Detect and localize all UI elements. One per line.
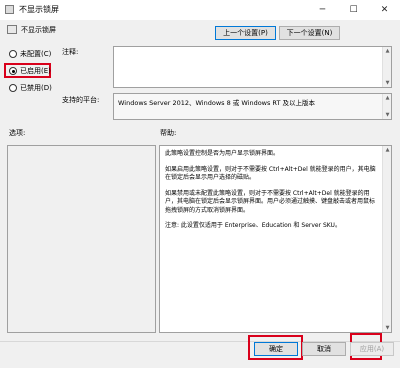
minimize-icon[interactable]: ─ xyxy=(307,0,338,20)
radio-enabled[interactable]: 已启用(E) xyxy=(9,66,51,76)
help-paragraph: 注意: 此设置仅适用于 Enterprise、Education 和 Serve… xyxy=(165,222,341,229)
help-paragraph: 此策略设置控制是否为用户显示锁屏界面。 xyxy=(165,150,280,157)
platform-value: Windows Server 2012、Windows 8 或 Windows … xyxy=(118,99,316,107)
scroll-down-icon[interactable]: ▼ xyxy=(383,80,392,86)
platform-box: Windows Server 2012、Windows 8 或 Windows … xyxy=(113,93,392,120)
options-panel xyxy=(7,145,156,333)
options-label: 选项: xyxy=(9,129,26,137)
help-panel: 此策略设置控制是否为用户显示锁屏界面。 如果启用此策略设置，则对于不需要按 Ct… xyxy=(159,145,392,333)
help-label: 帮助: xyxy=(160,129,177,137)
help-paragraph: 如果禁用或未配置此策略设置，则对于不需要按 Ctrl+Alt+Del 就能登录的… xyxy=(165,189,376,214)
setting-icon xyxy=(7,25,17,34)
maximize-icon[interactable]: ☐ xyxy=(338,0,369,20)
radio-label: 未配置(C) xyxy=(20,50,52,58)
radio-disabled[interactable]: 已禁用(D) xyxy=(9,83,52,93)
scroll-up-icon[interactable]: ▲ xyxy=(383,95,392,101)
cancel-button[interactable]: 取消 xyxy=(302,342,346,356)
close-icon[interactable]: ✕ xyxy=(369,0,400,20)
comment-scrollbar[interactable]: ▲ ▼ xyxy=(382,47,391,87)
comment-label: 注释: xyxy=(62,48,79,56)
comment-textarea[interactable]: ▲ ▼ xyxy=(113,46,392,88)
radio-button-selected[interactable] xyxy=(9,67,17,75)
platform-label: 支持的平台: xyxy=(62,96,100,104)
help-paragraph: 如果启用此策略设置，则对于不需要按 Ctrl+Alt+Del 就能登录的用户，其… xyxy=(165,165,376,182)
policy-icon xyxy=(5,5,14,14)
next-setting-button[interactable]: 下一个设置(N) xyxy=(279,26,340,40)
scroll-up-icon[interactable]: ▲ xyxy=(383,147,392,153)
radio-label: 已禁用(D) xyxy=(20,84,52,92)
radio-button[interactable] xyxy=(9,84,17,92)
platform-scrollbar[interactable]: ▲ ▼ xyxy=(382,94,391,119)
apply-button[interactable]: 应用(A) xyxy=(350,342,394,356)
radio-not-configured[interactable]: 未配置(C) xyxy=(9,49,51,59)
help-scrollbar[interactable]: ▲ ▼ xyxy=(382,146,391,332)
radio-button[interactable] xyxy=(9,50,17,58)
setting-title: 不显示锁屏 xyxy=(21,26,56,34)
ok-button[interactable]: 确定 xyxy=(254,342,298,356)
window-title: 不显示锁屏 xyxy=(19,5,59,14)
previous-setting-button[interactable]: 上一个设置(P) xyxy=(215,26,276,40)
scroll-down-icon[interactable]: ▼ xyxy=(383,112,392,118)
scroll-down-icon[interactable]: ▼ xyxy=(383,325,392,331)
scroll-up-icon[interactable]: ▲ xyxy=(383,48,392,54)
radio-label: 已启用(E) xyxy=(20,67,51,75)
